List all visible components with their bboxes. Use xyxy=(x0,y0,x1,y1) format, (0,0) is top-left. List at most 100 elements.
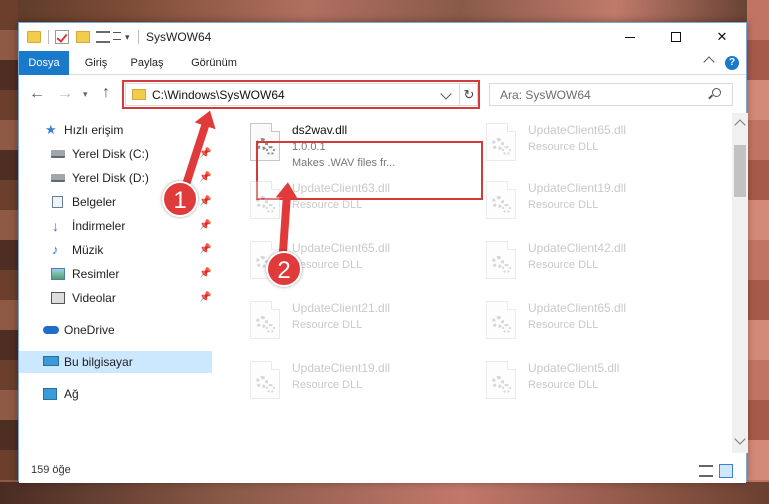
sidebar-item-label: Ağ xyxy=(64,387,79,401)
properties-check-icon[interactable] xyxy=(55,30,69,44)
desktop-background-bottom xyxy=(0,482,769,504)
disk-icon xyxy=(51,174,65,182)
dll-file-icon xyxy=(486,123,516,161)
sidebar-item-label: Yerel Disk (C:) xyxy=(72,147,149,161)
folder-icon xyxy=(27,31,41,43)
back-arrow-icon[interactable]: ← xyxy=(29,85,45,103)
sidebar-item-label: Müzik xyxy=(72,243,104,257)
title-bar: ▾ SysWOW64 ✕ xyxy=(19,23,746,51)
sidebar-item-pictures[interactable]: Resimler 📌 xyxy=(19,263,212,285)
tiles-view-icon[interactable] xyxy=(719,464,733,478)
properties-icon[interactable] xyxy=(96,31,110,43)
file-name: UpdateClient42.dll xyxy=(528,241,627,255)
download-icon: ↓ xyxy=(52,218,59,234)
pin-icon[interactable]: 📌 xyxy=(199,215,211,237)
star-icon: ★ xyxy=(45,122,57,137)
dll-file-icon xyxy=(250,361,280,399)
details-view-icon[interactable] xyxy=(699,465,713,477)
pin-icon[interactable]: 📌 xyxy=(199,191,211,213)
search-input[interactable]: Ara: SysWOW64 xyxy=(489,83,733,106)
file-name: UpdateClient63.dll xyxy=(292,181,391,195)
quick-access-separator xyxy=(48,30,49,44)
rename-icon[interactable] xyxy=(113,32,121,40)
sidebar-item-music[interactable]: ♪ Müzik 📌 xyxy=(19,239,212,261)
file-description: Resource DLL xyxy=(292,379,363,391)
maximize-button[interactable] xyxy=(653,23,699,51)
file-name: ds2wav.dll xyxy=(292,123,348,137)
file-item[interactable]: UpdateClient65.dll Resource DLL xyxy=(478,297,698,353)
scrollbar-thumb[interactable] xyxy=(734,145,746,197)
file-item[interactable]: UpdateClient5.dll Resource DLL xyxy=(478,357,698,413)
pin-icon[interactable]: 📌 xyxy=(199,287,211,309)
sidebar-item-this-pc[interactable]: Bu bilgisayar xyxy=(19,351,212,373)
file-description: Resource DLL xyxy=(528,141,599,153)
file-description: Resource DLL xyxy=(528,199,599,211)
dll-file-icon xyxy=(486,301,516,339)
tab-home[interactable]: Giriş xyxy=(74,51,118,75)
navigation-pane: ★ Hızlı erişim Yerel Disk (C:) 📌 Yerel D… xyxy=(19,113,212,453)
file-item[interactable]: UpdateClient21.dll Resource DLL xyxy=(242,297,462,353)
up-arrow-icon[interactable]: ↑ xyxy=(102,84,110,102)
network-icon xyxy=(43,388,57,400)
maximize-icon xyxy=(671,32,681,42)
file-item[interactable]: UpdateClient19.dll Resource DLL xyxy=(478,177,698,233)
sidebar-item-downloads[interactable]: ↓ İndirmeler 📌 xyxy=(19,215,212,237)
sidebar-item-local-disk-c[interactable]: Yerel Disk (C:) 📌 xyxy=(19,143,212,165)
dll-file-icon xyxy=(250,301,280,339)
new-folder-icon[interactable] xyxy=(76,31,90,43)
pin-icon[interactable]: 📌 xyxy=(199,263,211,285)
file-name: UpdateClient19.dll xyxy=(528,181,627,195)
file-item[interactable]: UpdateClient42.dll Resource DLL xyxy=(478,237,698,293)
file-description: Resource DLL xyxy=(292,319,363,331)
file-description: Resource DLL xyxy=(292,259,363,271)
cloud-icon xyxy=(43,326,59,334)
vertical-scrollbar[interactable] xyxy=(732,113,748,453)
sidebar-item-quick-access[interactable]: ★ Hızlı erişim xyxy=(19,119,212,141)
tab-share[interactable]: Paylaş xyxy=(119,51,175,75)
file-name: UpdateClient65.dll xyxy=(528,301,627,315)
annotation-badge-2: 2 xyxy=(266,251,302,287)
file-item[interactable]: UpdateClient63.dll Resource DLL xyxy=(242,177,462,233)
file-item[interactable]: UpdateClient65.dll Resource DLL xyxy=(478,119,698,175)
file-name: UpdateClient21.dll xyxy=(292,301,391,315)
file-explorer-window: ▾ SysWOW64 ✕ Dosya Giriş Paylaş Görünüm … xyxy=(18,22,748,483)
sidebar-item-label: Resimler xyxy=(72,267,120,281)
disk-icon xyxy=(51,150,65,158)
minimize-button[interactable] xyxy=(607,23,653,51)
dll-file-icon xyxy=(486,361,516,399)
sidebar-item-videos[interactable]: Videolar 📌 xyxy=(19,287,212,309)
search-icon[interactable] xyxy=(712,88,721,97)
sidebar-item-network[interactable]: Ağ xyxy=(19,383,212,405)
sidebar-item-label: Belgeler xyxy=(72,195,117,209)
pin-icon[interactable]: 📌 xyxy=(199,239,211,261)
file-item[interactable]: UpdateClient19.dll Resource DLL xyxy=(242,357,462,413)
videos-icon xyxy=(51,292,65,304)
desktop-background-right xyxy=(747,0,769,504)
annotation-badge-1: 1 xyxy=(162,181,198,217)
sidebar-item-label: Bu bilgisayar xyxy=(64,355,133,369)
desktop-background-left xyxy=(0,0,18,504)
tab-file[interactable]: Dosya xyxy=(19,51,69,75)
document-icon xyxy=(52,196,63,208)
help-icon[interactable]: ? xyxy=(725,56,739,70)
customize-toolbar-dropdown-icon[interactable]: ▾ xyxy=(125,32,130,48)
file-description: Resource DLL xyxy=(528,319,599,331)
close-button[interactable]: ✕ xyxy=(699,23,745,51)
expand-ribbon-icon[interactable] xyxy=(703,56,715,68)
sidebar-item-label: OneDrive xyxy=(64,323,115,337)
window-title: SysWOW64 xyxy=(146,30,212,44)
recent-locations-dropdown-icon[interactable]: ▾ xyxy=(83,89,88,100)
tab-view[interactable]: Görünüm xyxy=(179,51,249,75)
scroll-down-icon[interactable] xyxy=(734,433,746,445)
pin-icon[interactable]: 📌 xyxy=(199,167,211,189)
search-placeholder: Ara: SysWOW64 xyxy=(500,88,591,102)
file-name: UpdateClient5.dll xyxy=(528,361,620,375)
scroll-up-icon[interactable] xyxy=(734,119,746,131)
dll-file-icon xyxy=(486,181,516,219)
file-description: Resource DLL xyxy=(528,259,599,271)
file-name: UpdateClient65.dll xyxy=(528,123,627,137)
forward-arrow-icon[interactable]: → xyxy=(57,85,73,103)
status-bar: 159 öğe xyxy=(19,459,746,483)
sidebar-item-onedrive[interactable]: OneDrive xyxy=(19,319,212,341)
item-count: 159 öğe xyxy=(31,464,71,476)
